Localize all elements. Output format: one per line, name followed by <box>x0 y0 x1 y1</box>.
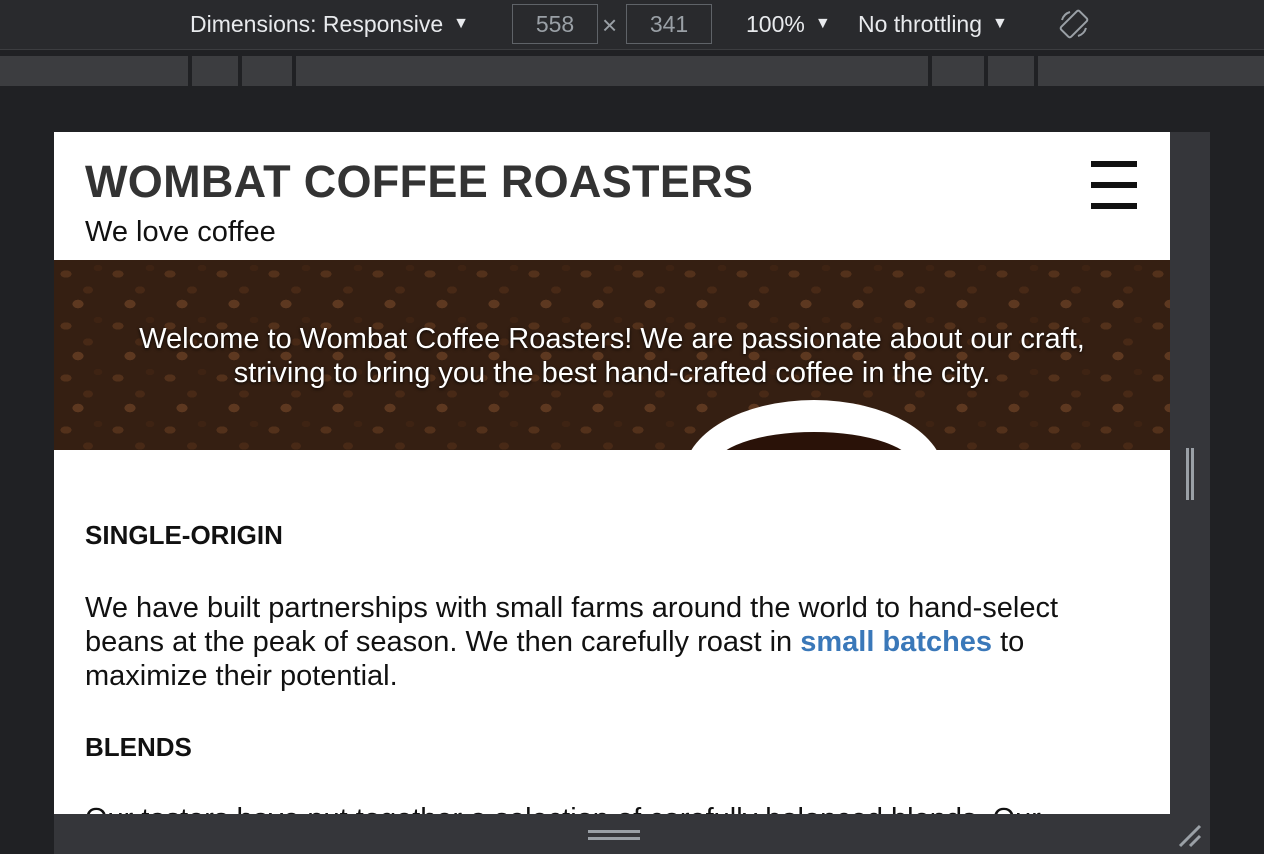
single-origin-paragraph: We have built partnerships with small fa… <box>85 591 1125 693</box>
site-tagline: We love coffee <box>85 216 276 248</box>
device-toolbar: Dimensions: Responsive ▼ 558 × 341 100% … <box>0 0 1264 50</box>
hamburger-menu-icon[interactable] <box>1091 161 1137 209</box>
media-query-segment[interactable] <box>0 56 188 86</box>
drag-grip-icon <box>1186 448 1194 500</box>
zoom-dropdown[interactable]: 100% ▼ <box>746 0 831 48</box>
media-query-segment[interactable] <box>242 56 292 86</box>
resize-handle-bottom[interactable] <box>54 814 1210 854</box>
dimensions-dropdown[interactable]: Dimensions: Responsive ▼ <box>190 0 469 48</box>
resize-handle-right[interactable] <box>1170 132 1210 814</box>
media-query-segment[interactable] <box>1038 56 1264 86</box>
media-query-bar <box>0 52 1264 88</box>
width-input[interactable]: 558 <box>512 4 598 44</box>
small-batches-link[interactable]: small batches <box>800 626 992 658</box>
hero-text: Welcome to Wombat Coffee Roasters! We ar… <box>139 323 1085 389</box>
drag-grip-icon <box>588 830 640 840</box>
zoom-label: 100% <box>746 10 805 37</box>
media-query-segment[interactable] <box>296 56 928 86</box>
resize-corner-icon[interactable] <box>1176 822 1204 850</box>
site-title[interactable]: WOMBAT COFFEE ROASTERS <box>85 156 753 208</box>
rotate-icon[interactable] <box>1058 8 1090 40</box>
chevron-down-icon: ▼ <box>453 15 469 32</box>
height-input[interactable]: 341 <box>626 4 712 44</box>
section-heading-blends: BLENDS <box>85 732 192 762</box>
blends-paragraph: Our tasters have put together a selectio… <box>85 802 1125 814</box>
device-viewport: WOMBAT COFFEE ROASTERS We love coffee We… <box>54 132 1170 814</box>
hero-banner: Welcome to Wombat Coffee Roasters! We ar… <box>54 260 1170 450</box>
throttling-dropdown[interactable]: No throttling ▼ <box>858 0 1008 48</box>
media-query-segment[interactable] <box>932 56 984 86</box>
times-icon: × <box>602 10 618 40</box>
throttling-label: No throttling <box>858 10 983 37</box>
chevron-down-icon: ▼ <box>814 15 831 32</box>
media-query-segment[interactable] <box>192 56 238 86</box>
dimensions-label: Dimensions: Responsive <box>190 10 444 37</box>
media-query-segment[interactable] <box>988 56 1034 86</box>
section-heading-single-origin: SINGLE-ORIGIN <box>85 520 283 550</box>
chevron-down-icon: ▼ <box>992 15 1008 32</box>
